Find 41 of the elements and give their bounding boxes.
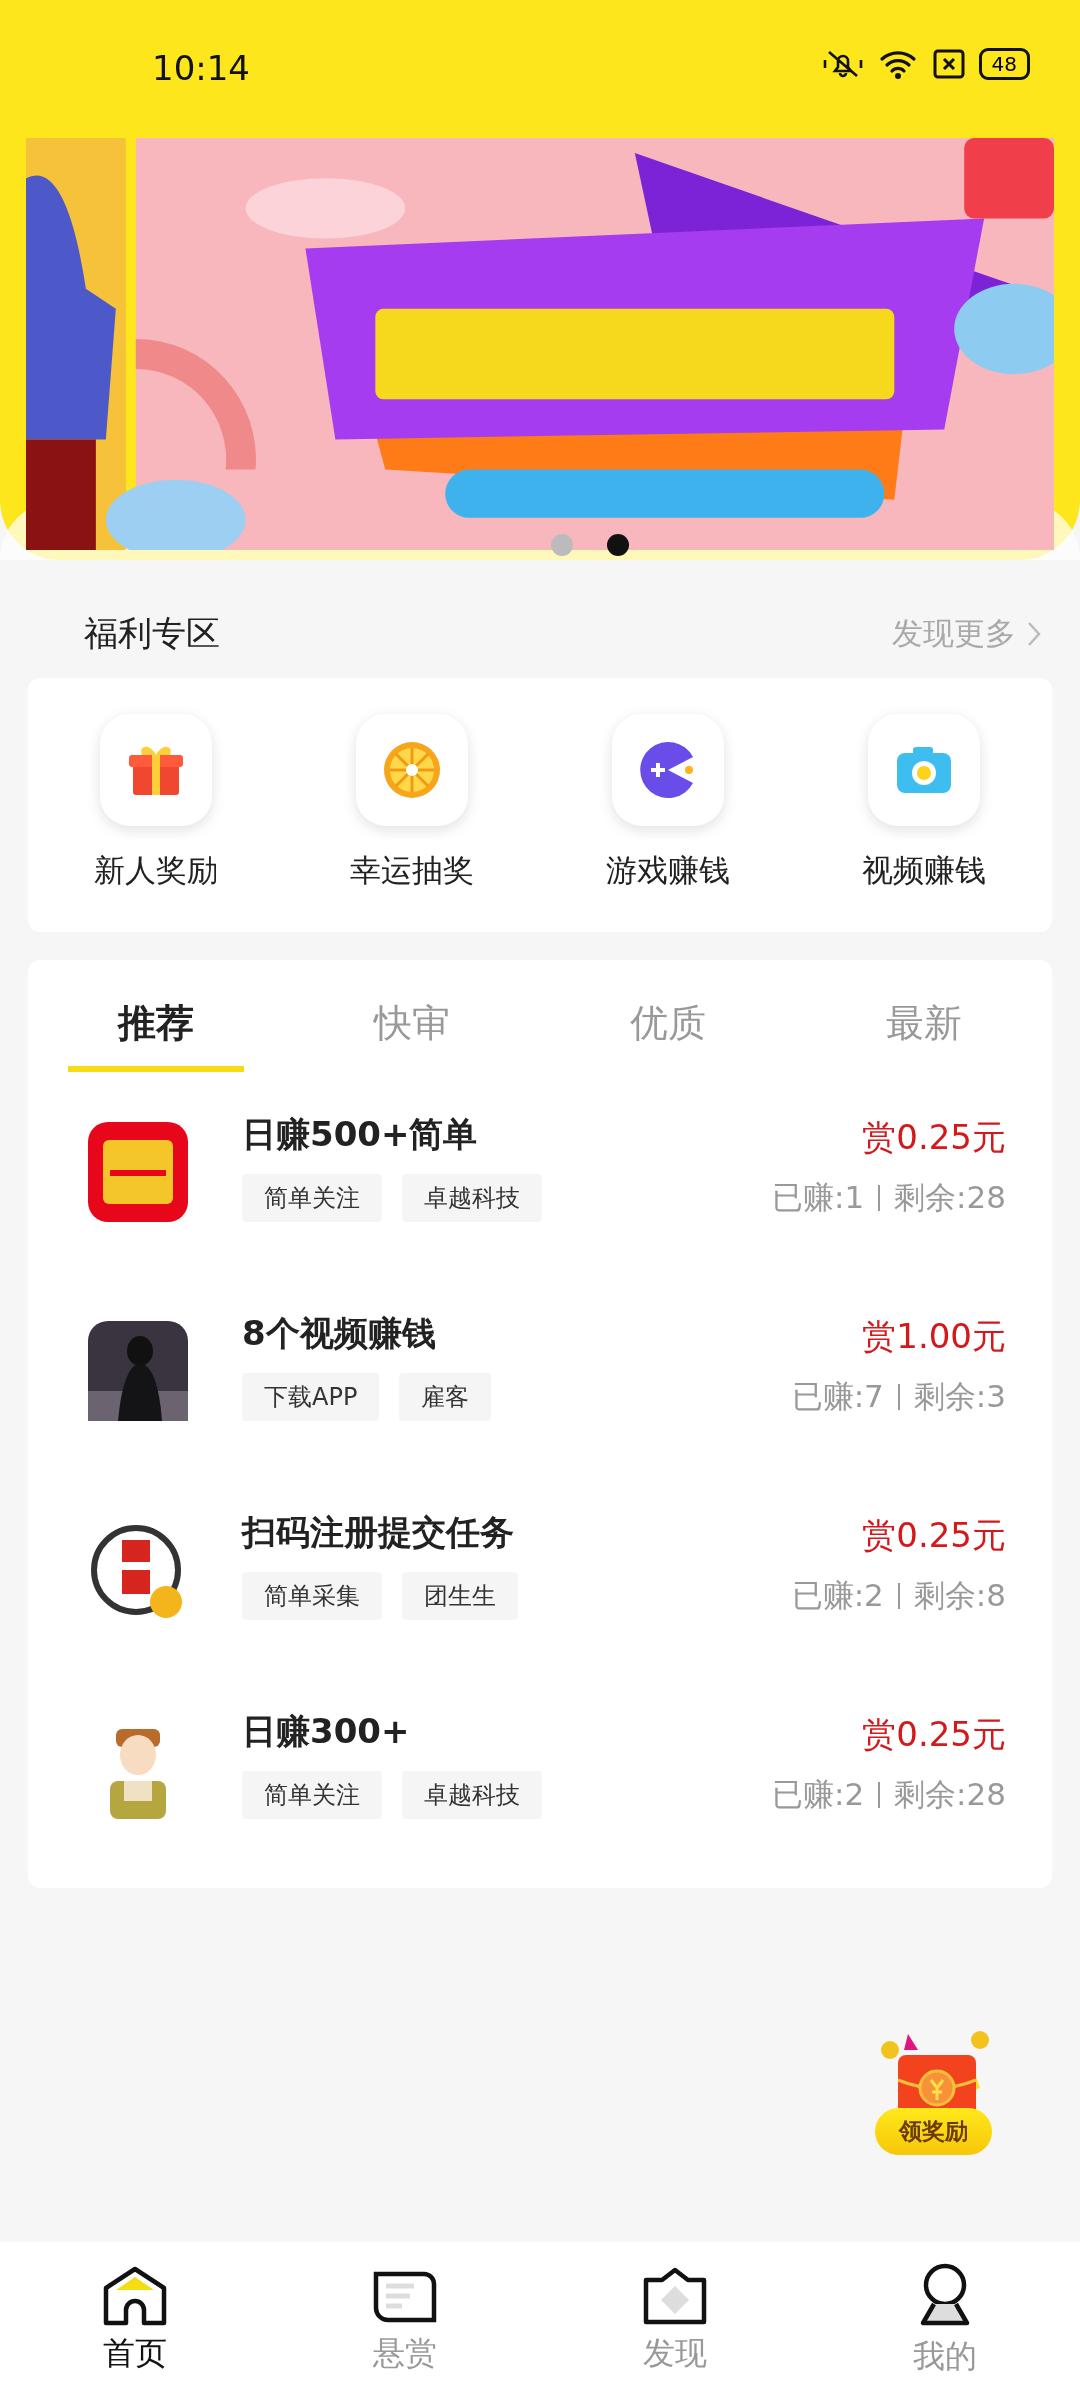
reward-amount: 赏0.25元 xyxy=(862,1513,1006,1557)
task-title: 日赚300+ xyxy=(242,1709,411,1753)
earned-count: 已赚:1 xyxy=(771,1177,865,1217)
chevron-icon xyxy=(1026,620,1042,648)
remaining-count: 剩余:28 xyxy=(894,1774,1006,1814)
tab[interactable]: 推荐 xyxy=(68,980,244,1072)
remaining-count: 剩余:28 xyxy=(894,1177,1006,1217)
task-tag: 简单关注 xyxy=(242,1173,382,1222)
reward-amount: 赏0.25元 xyxy=(862,1712,1006,1756)
carousel-dot[interactable] xyxy=(607,534,629,556)
remaining-count: 剩余:8 xyxy=(913,1575,1006,1615)
earned-count: 已赚:2 xyxy=(771,1774,865,1814)
task-title: 8个视频赚钱 xyxy=(242,1311,437,1355)
task-tag: 卓越科技 xyxy=(402,1770,542,1819)
welfare-item[interactable]: 游戏赚钱 xyxy=(540,714,796,892)
task-tag: 简单采集 xyxy=(242,1571,382,1620)
task-tag: 下载APP xyxy=(242,1372,380,1421)
task-tag: 简单关注 xyxy=(242,1770,382,1819)
welfare-item[interactable]: 视频赚钱 xyxy=(796,714,1052,892)
crown-icon xyxy=(642,2266,708,2326)
wheel-icon xyxy=(381,739,443,801)
status-time: 10:14 xyxy=(152,48,250,88)
task-tag: 卓越科技 xyxy=(402,1173,542,1222)
task-tag: 雇客 xyxy=(399,1372,492,1421)
section-title: 福利专区 xyxy=(84,612,220,655)
reward-button[interactable]: 领奖励 xyxy=(868,2030,998,2155)
reward-amount: 赏1.00元 xyxy=(862,1314,1006,1358)
remaining-count: 剩余:3 xyxy=(913,1376,1006,1416)
task-title: 日赚500+简单 xyxy=(242,1112,479,1156)
earned-count: 已赚:7 xyxy=(791,1376,884,1416)
home-icon xyxy=(102,2266,168,2326)
earned-count: 已赚:2 xyxy=(791,1575,884,1615)
task-title: 扫码注册提交任务 xyxy=(242,1510,515,1554)
nav-item[interactable]: 首页 xyxy=(0,2265,270,2377)
battery-indicator: 48 xyxy=(978,48,1030,80)
welfare-item[interactable]: 新人奖励 xyxy=(28,714,284,892)
task-tag: 团生生 xyxy=(402,1571,518,1620)
reward-amount: 赏0.25元 xyxy=(862,1115,1006,1159)
sim-icon xyxy=(932,49,965,79)
welfare-item[interactable]: 幸运抽奖 xyxy=(284,714,540,892)
carousel-dot[interactable] xyxy=(551,534,573,556)
